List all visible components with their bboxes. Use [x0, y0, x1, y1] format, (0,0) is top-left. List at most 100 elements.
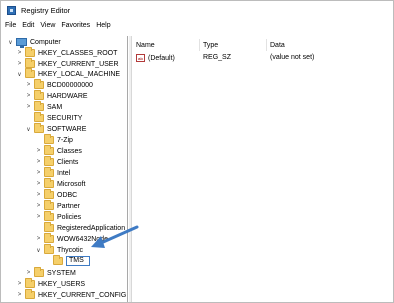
- tree-node-system[interactable]: > SYSTEM: [25, 267, 76, 278]
- chevron-right-icon[interactable]: >: [35, 190, 42, 200]
- folder-icon: [25, 47, 35, 57]
- menu-view[interactable]: View: [40, 22, 55, 34]
- menu-edit[interactable]: Edit: [22, 22, 34, 34]
- tree-label: HKEY_CURRENT_CONFIG: [38, 291, 127, 299]
- folder-icon: [44, 233, 54, 243]
- column-header-data[interactable]: Data: [270, 42, 285, 49]
- folder-icon: [44, 178, 54, 188]
- tree-node-hklm[interactable]: ∨ HKEY_LOCAL_MACHINE: [16, 68, 121, 79]
- folder-icon: [25, 68, 35, 78]
- column-header-name[interactable]: Name: [136, 42, 155, 49]
- folder-icon: [34, 123, 44, 133]
- arrow-shaft: [99, 225, 139, 245]
- tree-label: BCD00000000: [47, 81, 93, 89]
- chevron-down-icon[interactable]: ∨: [35, 245, 42, 255]
- tree-node-odbc[interactable]: > ODBC: [35, 189, 78, 200]
- folder-icon: [44, 189, 54, 199]
- value-type: REG_SZ: [203, 54, 232, 61]
- registry-editor-icon: [7, 5, 16, 15]
- arrow-head: [91, 236, 105, 248]
- menu-favorites[interactable]: Favorites: [61, 22, 90, 34]
- tree-node-classes[interactable]: > Classes: [35, 145, 82, 156]
- tree-node-clients[interactable]: > Clients: [35, 156, 78, 167]
- tree-label: Thycotic: [57, 246, 84, 254]
- chevron-down-icon[interactable]: ∨: [25, 124, 32, 134]
- tree-node-intel[interactable]: > Intel: [35, 167, 70, 178]
- values-list: Name Type Data ab (Default) REG_SZ (valu…: [133, 36, 393, 302]
- folder-icon: [34, 101, 44, 111]
- tree-node-7zip[interactable]: 7-Zip: [35, 134, 73, 145]
- tree-scrollbar[interactable]: [129, 36, 132, 302]
- chevron-right-icon[interactable]: >: [35, 146, 42, 156]
- registry-editor-window: Registry Editor File Edit View Favorites…: [0, 0, 394, 303]
- title-bar: Registry Editor: [1, 1, 393, 19]
- tree-node-partner[interactable]: > Partner: [35, 200, 80, 211]
- tree-label: Computer: [30, 38, 61, 46]
- tree-label: HKEY_USERS: [38, 280, 86, 288]
- tree-label: Classes: [57, 147, 82, 155]
- value-name: (Default): [148, 54, 175, 62]
- menu-bar: File Edit View Favorites Help: [1, 22, 117, 34]
- tree-node-hkcr[interactable]: > HKEY_CLASSES_ROOT: [16, 47, 118, 58]
- folder-icon: [53, 255, 63, 265]
- tree-node-sam[interactable]: > SAM: [25, 101, 63, 112]
- tree-node-software[interactable]: ∨ SOFTWARE: [25, 123, 86, 134]
- folder-icon: [25, 289, 35, 299]
- tree-node-thycotic[interactable]: ∨ Thycotic: [35, 244, 84, 255]
- tree-label: 7-Zip: [57, 136, 73, 144]
- tree-label: HKEY_LOCAL_MACHINE: [38, 70, 121, 78]
- tree-node-hkcc[interactable]: > HKEY_CURRENT_CONFIG: [16, 289, 127, 300]
- value-data: (value not set): [270, 54, 315, 61]
- tree-node-security[interactable]: SECURITY: [25, 112, 83, 123]
- column-separator[interactable]: [199, 39, 200, 51]
- chevron-right-icon[interactable]: >: [16, 59, 23, 69]
- tree-label: SYSTEM: [47, 269, 76, 277]
- chevron-right-icon[interactable]: >: [16, 290, 23, 300]
- tree-node-tms[interactable]: TMS: [44, 255, 90, 266]
- menu-help[interactable]: Help: [96, 22, 110, 34]
- tree-label: Partner: [57, 202, 80, 210]
- chevron-right-icon[interactable]: >: [16, 48, 23, 58]
- chevron-right-icon[interactable]: >: [35, 201, 42, 211]
- computer-icon: [16, 38, 27, 48]
- value-row-name[interactable]: ab (Default): [136, 54, 175, 62]
- tree-label: Microsoft: [57, 180, 86, 188]
- tree-node-computer[interactable]: ∨ Computer: [7, 37, 61, 48]
- tree-node-hku[interactable]: > HKEY_USERS: [16, 278, 86, 289]
- folder-icon: [25, 278, 35, 288]
- window-title: Registry Editor: [21, 5, 71, 15]
- chevron-right-icon[interactable]: >: [25, 102, 32, 112]
- folder-icon: [44, 156, 54, 166]
- chevron-right-icon[interactable]: >: [25, 268, 32, 278]
- tree-node-policies[interactable]: > Policies: [35, 211, 81, 222]
- chevron-right-icon[interactable]: >: [25, 91, 32, 101]
- folder-icon: [44, 145, 54, 155]
- tree-label: ODBC: [57, 191, 78, 199]
- column-header-type[interactable]: Type: [203, 42, 218, 49]
- chevron-right-icon[interactable]: >: [25, 80, 32, 90]
- tree-node-bcd[interactable]: > BCD00000000: [25, 79, 93, 90]
- chevron-right-icon[interactable]: >: [35, 234, 42, 244]
- rename-key-input[interactable]: TMS: [66, 256, 90, 266]
- column-separator[interactable]: [266, 39, 267, 51]
- tree-label: HKEY_CURRENT_USER: [38, 60, 119, 68]
- tree-label: HKEY_CLASSES_ROOT: [38, 49, 118, 57]
- chevron-right-icon[interactable]: >: [35, 157, 42, 167]
- menu-file[interactable]: File: [5, 22, 16, 34]
- folder-icon: [44, 167, 54, 177]
- folder-icon: [44, 222, 54, 232]
- chevron-down-icon[interactable]: ∨: [16, 69, 23, 79]
- folder-icon: [44, 211, 54, 221]
- pointer-arrow-annotation: [91, 225, 139, 248]
- folder-icon: [34, 79, 44, 89]
- chevron-right-icon[interactable]: >: [35, 212, 42, 222]
- chevron-right-icon[interactable]: >: [35, 179, 42, 189]
- chevron-right-icon[interactable]: >: [35, 168, 42, 178]
- tree-node-microsoft[interactable]: > Microsoft: [35, 178, 86, 189]
- chevron-right-icon[interactable]: >: [16, 279, 23, 289]
- tree-node-hardware[interactable]: > HARDWARE: [25, 90, 88, 101]
- registry-tree: ∨ Computer > HKEY_CLASSES_ROOT > HKEY_CU…: [4, 36, 128, 302]
- tree-label: SAM: [47, 103, 63, 111]
- chevron-down-icon[interactable]: ∨: [7, 37, 14, 47]
- tree-label: SECURITY: [47, 114, 83, 122]
